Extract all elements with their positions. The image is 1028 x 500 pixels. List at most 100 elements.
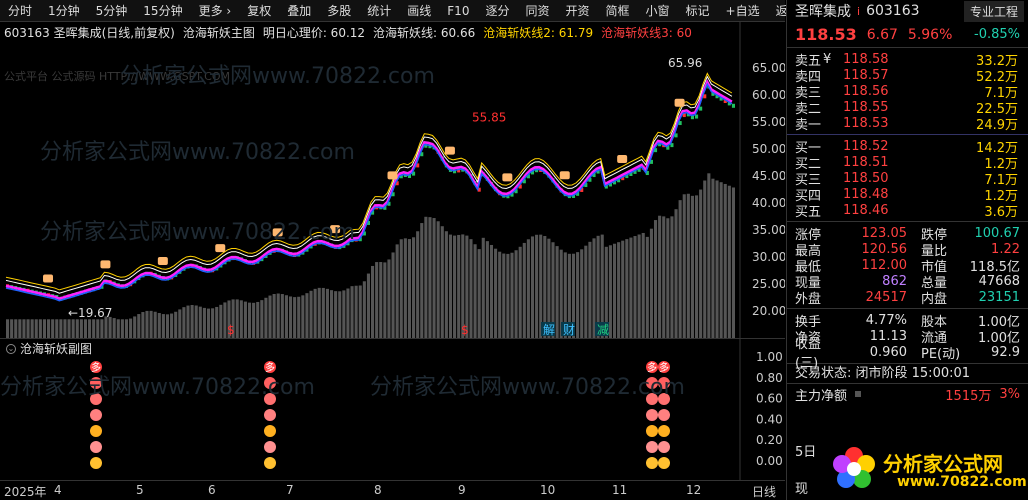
mark-button[interactable]: 标记 — [678, 0, 718, 22]
signal-icon — [658, 441, 670, 453]
small-window-button[interactable]: 小窗 — [638, 0, 678, 22]
background-column — [325, 288, 329, 338]
background-column — [268, 295, 272, 338]
event-marker: 财 — [563, 323, 575, 337]
simple-frame-button[interactable]: 简框 — [598, 0, 638, 22]
tab-1min[interactable]: 1分钟 — [40, 0, 88, 22]
draw-line-button[interactable]: 画线 — [399, 0, 439, 22]
background-column — [731, 187, 735, 338]
same-capital-button[interactable]: 同资 — [517, 0, 557, 22]
background-column — [186, 305, 190, 338]
ask-price: 118.58 — [843, 51, 889, 67]
multi-stock-button[interactable]: 多股 — [319, 0, 359, 22]
background-column — [371, 265, 375, 338]
background-column — [67, 319, 71, 338]
ask-price: 118.55 — [843, 99, 889, 115]
price-tick-label: 45.00 — [752, 169, 785, 183]
tab-15min[interactable]: 15分钟 — [135, 0, 190, 22]
add-watchlist-button[interactable]: +自选 — [718, 0, 768, 22]
background-column — [387, 259, 391, 338]
background-column — [153, 311, 157, 338]
background-column — [116, 319, 120, 338]
sub-indicator-chart[interactable]: 1.00 0.80 0.60 0.40 0.20 0.00 多多多多 ⌄ 沧海斩妖副图 分析… — [0, 338, 785, 481]
background-column — [530, 236, 535, 338]
background-column — [555, 246, 559, 338]
ask-row[interactable]: 卖一 118.53 24.9万 — [787, 115, 1028, 133]
background-column — [18, 319, 22, 338]
background-column — [625, 239, 629, 338]
industry-tag[interactable]: 专业工程 — [963, 0, 1024, 22]
minute-by-minute-button[interactable]: 逐分 — [477, 0, 517, 22]
signal-badge-text: 多 — [647, 361, 657, 374]
legend-line3: 沧海斩妖线2: 61.79 — [483, 26, 594, 40]
background-column — [403, 238, 407, 338]
stat2-key-2: PE(动) — [921, 346, 961, 362]
background-column — [424, 216, 428, 338]
price-tick-label: 55.00 — [752, 115, 785, 129]
background-column — [362, 281, 366, 338]
legend-code-name: 603163 圣晖集成(日线,前复权) — [4, 26, 175, 40]
background-column — [38, 319, 42, 338]
background-column — [707, 173, 711, 338]
restore-rights-button[interactable]: 复权 — [239, 0, 279, 22]
background-column — [145, 310, 149, 338]
legend-main-indicator[interactable]: 沧海斩妖主图 — [183, 24, 255, 41]
stats-block-2: 换手 4.77% 股本 1.00亿 净资 11.13 流通 1.00亿 收益(三) 0.960 PE… — [787, 309, 1028, 371]
event-marker: 解 — [543, 323, 555, 337]
background-column — [22, 319, 26, 338]
time-label-11: 11 — [612, 483, 628, 497]
signal-marker — [617, 155, 628, 164]
statistics-button[interactable]: 统计 — [359, 0, 399, 22]
signal-marker — [559, 171, 570, 180]
background-column — [346, 288, 350, 338]
stat-row[interactable]: 外盘 24517 内盘 23151 — [787, 289, 1028, 307]
background-column — [645, 236, 649, 338]
overlay-button[interactable]: 叠加 — [279, 0, 319, 22]
background-column — [715, 180, 719, 338]
background-column — [10, 319, 14, 338]
tab-5min[interactable]: 5分钟 — [88, 0, 136, 22]
last-price: 118.53 — [795, 25, 857, 44]
background-column — [243, 301, 247, 338]
background-column — [653, 220, 658, 338]
background-column — [280, 294, 284, 338]
background-column — [407, 239, 412, 338]
event-marker: $ — [227, 323, 235, 337]
chevron-down-icon[interactable]: ⌄ — [6, 343, 16, 354]
trend-band-column — [731, 103, 735, 108]
stock-name: 圣晖集成 — [795, 4, 851, 20]
background-column — [92, 319, 96, 338]
f10-button[interactable]: F10 — [439, 0, 477, 22]
bid-volume: 3.6万 — [984, 204, 1018, 220]
background-column — [260, 300, 264, 338]
main-kline-chart[interactable]: 65.00 60.00 55.00 50.00 45.00 40.00 35.00 30.00… — [0, 22, 786, 338]
background-column — [34, 319, 38, 338]
sub-tick-label: 1.00 — [756, 350, 783, 364]
background-column — [157, 313, 161, 338]
background-column — [358, 285, 362, 338]
sub-chart-canvas: 1.000.800.600.400.200.00多多多多 — [90, 339, 783, 481]
background-column — [489, 244, 494, 338]
bid-price: 118.48 — [843, 186, 889, 202]
signal-icon — [264, 457, 276, 469]
time-label-12: 12 — [686, 483, 702, 497]
open-capital-button[interactable]: 开资 — [557, 0, 597, 22]
time-label-daily[interactable]: 日线 — [752, 483, 776, 500]
background-column — [526, 239, 530, 338]
background-column — [494, 248, 498, 338]
stat-key-2: 内盘 — [921, 291, 948, 307]
bid-row[interactable]: 买五 118.46 3.6万 — [787, 202, 1028, 220]
background-column — [580, 249, 584, 338]
stat2-row[interactable]: 收益(三) 0.960 PE(动) 92.9 — [787, 337, 1028, 371]
background-column — [293, 297, 297, 338]
background-column — [440, 226, 444, 338]
background-column — [649, 228, 653, 338]
signal-marker — [43, 274, 54, 283]
background-column — [334, 291, 338, 338]
tab-minute-time[interactable]: 分时 — [0, 0, 40, 22]
logo-text: 分析家公式网 — [883, 452, 1003, 476]
sub-tick-label: 0.80 — [756, 371, 783, 385]
background-column — [416, 231, 420, 338]
background-column — [256, 301, 260, 338]
tab-more[interactable]: 更多 › — [191, 0, 240, 22]
